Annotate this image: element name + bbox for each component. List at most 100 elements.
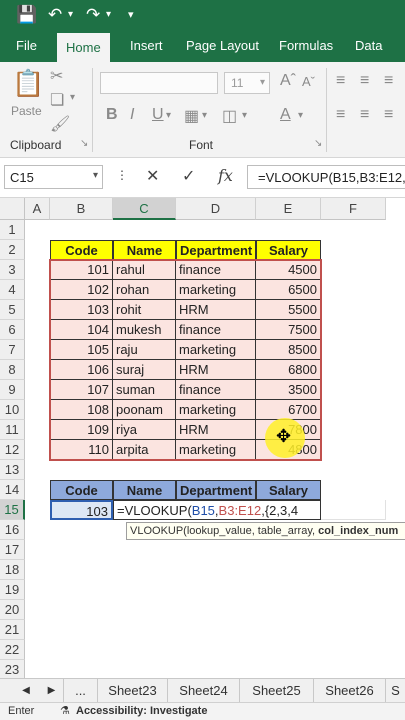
function-argument-tooltip[interactable]: VLOOKUP(lookup_value, table_array, col_i… <box>126 522 405 540</box>
tab-file[interactable]: File <box>16 30 37 62</box>
shrink-font-icon[interactable]: Aˇ <box>302 74 315 89</box>
align-top-icon[interactable]: ≡ <box>336 72 345 90</box>
select-all-corner[interactable] <box>0 198 25 220</box>
column-header-e[interactable]: E <box>256 198 321 220</box>
accessibility-icon[interactable]: ⚗ <box>60 703 70 720</box>
row-header-3[interactable]: 3 <box>0 260 25 280</box>
row-header-5[interactable]: 5 <box>0 300 25 320</box>
underline-icon[interactable]: U <box>152 106 164 124</box>
paste-label[interactable]: Paste <box>11 104 42 118</box>
table-cell[interactable]: 106 <box>50 360 113 380</box>
row-header-13[interactable]: 13 <box>0 460 25 480</box>
borders-icon[interactable]: ▦ <box>184 106 199 126</box>
font-color-dropdown-icon[interactable]: ▾ <box>298 110 303 121</box>
row-header-8[interactable]: 8 <box>0 360 25 380</box>
redo-icon[interactable]: ↷ <box>86 3 100 27</box>
tab-data[interactable]: Data <box>355 30 382 62</box>
sheet-scroll-left-icon[interactable]: ◀ <box>14 679 38 703</box>
borders-dropdown-icon[interactable]: ▾ <box>202 110 207 121</box>
copy-dropdown-icon[interactable]: ▾ <box>70 92 75 103</box>
table-cell[interactable]: suman <box>113 380 176 400</box>
align-right-icon[interactable]: ≡ <box>384 106 393 124</box>
row-header-16[interactable]: 16 <box>0 520 25 540</box>
row-header-6[interactable]: 6 <box>0 320 25 340</box>
table-cell[interactable]: marketing <box>176 280 256 300</box>
row-header-19[interactable]: 19 <box>0 580 25 600</box>
align-middle-icon[interactable]: ≡ <box>360 72 369 90</box>
name-box[interactable]: C15 ▾ <box>4 165 103 189</box>
sheet-tab-partial[interactable]: S <box>386 679 405 703</box>
table-cell[interactable]: rohan <box>113 280 176 300</box>
tab-home[interactable]: Home <box>57 33 110 62</box>
underline-dropdown-icon[interactable]: ▾ <box>166 110 171 121</box>
table-cell[interactable]: raju <box>113 340 176 360</box>
worksheet-grid[interactable]: A B C D E F 1 2 3 4 5 6 7 8 9 10 11 12 13 14 15 16 17 18 19 20 21 2… <box>0 198 405 678</box>
column-header-c[interactable]: C <box>113 198 176 220</box>
tab-formulas[interactable]: Formulas <box>279 30 333 62</box>
align-bottom-icon[interactable]: ≡ <box>384 72 393 90</box>
table-cell[interactable]: 101 <box>50 260 113 280</box>
fill-color-dropdown-icon[interactable]: ▾ <box>242 110 247 121</box>
enter-icon[interactable]: ✓ <box>182 166 195 186</box>
table-cell[interactable]: marketing <box>176 440 256 460</box>
redo-dropdown-icon[interactable]: ▾ <box>106 3 111 27</box>
empty-cell[interactable] <box>321 500 386 520</box>
table-cell[interactable]: 4500 <box>256 260 321 280</box>
row-header-15[interactable]: 15 <box>0 500 25 520</box>
lookup-header-cell[interactable]: Salary <box>256 480 321 500</box>
row-header-22[interactable]: 22 <box>0 640 25 660</box>
row-header-12[interactable]: 12 <box>0 440 25 460</box>
table-cell[interactable]: 7500 <box>256 320 321 340</box>
formula-bar-more-icon[interactable]: ⋮ <box>116 168 128 182</box>
format-painter-icon[interactable]: 🖌 <box>50 114 70 134</box>
table-cell[interactable]: HRM <box>176 420 256 440</box>
row-header-23[interactable]: 23 <box>0 660 25 678</box>
table-cell[interactable]: rohit <box>113 300 176 320</box>
table-header-cell[interactable]: Salary <box>256 240 321 260</box>
table-cell[interactable]: 6500 <box>256 280 321 300</box>
table-cell[interactable]: marketing <box>176 340 256 360</box>
cancel-icon[interactable]: ✕ <box>146 166 159 186</box>
table-header-cell[interactable]: Name <box>113 240 176 260</box>
row-header-21[interactable]: 21 <box>0 620 25 640</box>
tab-page-layout[interactable]: Page Layout <box>186 30 259 62</box>
sheet-scroll-right-icon[interactable]: ▶ <box>40 679 64 703</box>
grow-font-icon[interactable]: Aˆ <box>280 72 296 90</box>
accessibility-status[interactable]: Accessibility: Investigate <box>76 703 207 720</box>
table-cell[interactable]: 105 <box>50 340 113 360</box>
row-header-1[interactable]: 1 <box>0 220 25 240</box>
table-cell[interactable]: 3500 <box>256 380 321 400</box>
sheet-tab-24[interactable]: Sheet24 <box>168 679 240 703</box>
table-cell[interactable]: riya <box>113 420 176 440</box>
row-header-4[interactable]: 4 <box>0 280 25 300</box>
table-header-cell[interactable]: Code <box>50 240 113 260</box>
align-center-icon[interactable]: ≡ <box>360 106 369 124</box>
save-icon[interactable]: 💾 <box>16 3 37 27</box>
table-cell[interactable]: finance <box>176 320 256 340</box>
table-cell[interactable]: 110 <box>50 440 113 460</box>
lookup-header-cell[interactable]: Name <box>113 480 176 500</box>
italic-icon[interactable]: I <box>130 106 134 124</box>
row-header-10[interactable]: 10 <box>0 400 25 420</box>
row-header-14[interactable]: 14 <box>0 480 25 500</box>
lookup-code-cell[interactable]: 103 <box>50 500 113 520</box>
tooltip-function[interactable]: VLOOKUP( <box>130 525 187 537</box>
paste-icon[interactable]: 📋 <box>12 68 44 99</box>
customize-toolbar-icon[interactable]: ▾ <box>128 3 134 27</box>
sheet-tab-25[interactable]: Sheet25 <box>240 679 314 703</box>
table-cell[interactable]: HRM <box>176 300 256 320</box>
undo-dropdown-icon[interactable]: ▾ <box>68 3 73 27</box>
sheet-tab-26[interactable]: Sheet26 <box>314 679 386 703</box>
table-cell[interactable]: finance <box>176 260 256 280</box>
row-header-11[interactable]: 11 <box>0 420 25 440</box>
table-cell[interactable]: 6700 <box>256 400 321 420</box>
table-cell[interactable]: HRM <box>176 360 256 380</box>
column-header-b[interactable]: B <box>50 198 113 220</box>
table-cell[interactable]: mukesh <box>113 320 176 340</box>
column-header-d[interactable]: D <box>176 198 256 220</box>
formula-edit-cell[interactable]: =VLOOKUP(B15,B3:E12,{2,3,4 <box>113 500 321 520</box>
table-cell[interactable]: rahul <box>113 260 176 280</box>
clipboard-launcher-icon[interactable]: ↘ <box>80 138 88 149</box>
table-cell[interactable]: suraj <box>113 360 176 380</box>
font-size-box[interactable]: 11 ▾ <box>224 72 270 94</box>
